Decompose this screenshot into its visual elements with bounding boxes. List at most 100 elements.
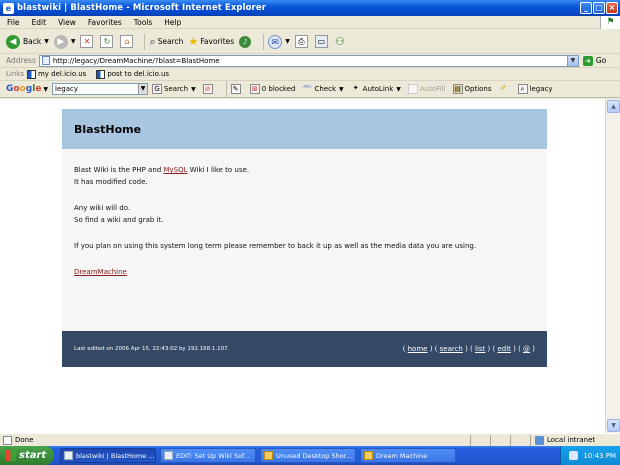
- menu-view[interactable]: View: [51, 18, 81, 27]
- autolink-icon: ✦: [352, 84, 359, 92]
- autofill-button[interactable]: AutoFill: [407, 84, 446, 94]
- go-button[interactable]: ➜ Go: [582, 55, 607, 66]
- ie-task-icon: [164, 451, 173, 460]
- go-label: Go: [595, 56, 607, 65]
- list-link[interactable]: list: [475, 345, 485, 353]
- forward-arrow-icon: ▶: [53, 34, 68, 49]
- at-link[interactable]: @: [523, 345, 530, 353]
- intro-text-post: Wiki I like to use.: [187, 166, 250, 174]
- favorites-button[interactable]: ★ Favorites: [188, 35, 234, 48]
- forward-dropdown-icon: ▼: [70, 38, 76, 45]
- link-post-delicious[interactable]: post to del.icio.us: [96, 69, 170, 79]
- address-dropdown-icon[interactable]: ▼: [566, 55, 578, 66]
- autofill-icon: [407, 84, 418, 94]
- paragraph-backup: If you plan on using this system long te…: [74, 240, 535, 252]
- menu-favorites[interactable]: Favorites: [81, 18, 127, 27]
- print-button[interactable]: ⎙: [294, 35, 310, 48]
- task-blastwiki[interactable]: blastwiki | BlastHome ...: [60, 448, 156, 463]
- status-cell: [470, 434, 490, 446]
- minimize-button[interactable]: _: [580, 2, 592, 14]
- task-edit-wiki[interactable]: EDIT: Set Up Wiki Sof...: [160, 448, 256, 463]
- search-link[interactable]: search: [440, 345, 463, 353]
- status-cell: [490, 434, 510, 446]
- link-label: post to del.icio.us: [107, 70, 170, 78]
- media-button[interactable]: ♪: [239, 35, 254, 48]
- mysql-link[interactable]: MySQL: [163, 166, 187, 174]
- system-tray: 10:43 PM: [560, 446, 620, 465]
- google-search-dropdown-icon: ▼: [191, 85, 196, 93]
- spell-check-button[interactable]: ᴬᵇᶜ Check ▼: [303, 84, 343, 94]
- highlighter-icon: ✐: [500, 84, 507, 92]
- menu-tools[interactable]: Tools: [127, 18, 157, 27]
- forward-button[interactable]: ▶ ▼: [53, 34, 76, 49]
- clock[interactable]: 10:43 PM: [583, 452, 616, 460]
- pagerank-button[interactable]: ⊘: [202, 84, 215, 94]
- home-link[interactable]: home: [408, 345, 428, 353]
- news-button[interactable]: ✎: [230, 84, 243, 94]
- ie-task-icon: [64, 451, 73, 460]
- favorites-label: Favorites: [200, 37, 235, 46]
- scroll-down-icon[interactable]: ▼: [607, 419, 620, 432]
- edit-link[interactable]: edit: [497, 345, 510, 353]
- autolink-button[interactable]: ✦ AutoLink ▼: [351, 84, 401, 94]
- mail-icon: ✉: [268, 34, 283, 49]
- ie-icon: e: [3, 2, 14, 14]
- task-dream-machine[interactable]: Dream Machine: [360, 448, 456, 463]
- task-label: Unused Desktop Shor...: [276, 451, 352, 460]
- task-unused-desktop[interactable]: Unused Desktop Shor...: [260, 448, 356, 463]
- folder-icon: [364, 451, 373, 460]
- edit-page-button[interactable]: ▭: [314, 35, 330, 48]
- autofill-label: AutoFill: [419, 85, 446, 93]
- intro-text-pre: Blast Wiki is the PHP and: [74, 166, 164, 174]
- start-label: start: [19, 450, 47, 461]
- highlight-term-button[interactable]: ⌕ legacy: [517, 84, 553, 94]
- google-search-label: Search: [164, 85, 189, 93]
- star-icon: ★: [188, 35, 199, 48]
- search-button[interactable]: ⌕ Search: [149, 35, 183, 49]
- highlight-button[interactable]: ✐: [499, 84, 511, 94]
- network-icon[interactable]: [569, 451, 579, 460]
- options-button[interactable]: ▤ Options: [452, 84, 492, 94]
- status-text: Done: [15, 436, 34, 444]
- pagerank-icon: ⊘: [202, 84, 213, 94]
- back-button[interactable]: ◀ Back ▼: [6, 34, 49, 49]
- start-button[interactable]: start: [0, 446, 54, 465]
- google-search-input[interactable]: legacy ▼: [52, 83, 149, 95]
- google-query-dropdown-icon[interactable]: ▼: [138, 84, 148, 94]
- print-icon: ⎙: [294, 35, 308, 48]
- autolink-label: AutoLink: [362, 85, 394, 93]
- backup-text: If you plan on using this system long te…: [74, 242, 477, 250]
- paragraph-link: DreamMachine: [74, 266, 535, 278]
- popup-blocker-button[interactable]: ⊠ 0 blocked: [249, 84, 296, 94]
- close-button[interactable]: ×: [606, 2, 618, 14]
- home-button[interactable]: ⌂: [120, 35, 135, 48]
- messenger-button[interactable]: ⚇: [335, 35, 345, 48]
- mail-button[interactable]: ✉ ▼: [268, 34, 290, 49]
- messenger-icon: ⚇: [334, 35, 345, 48]
- spell-check-icon: ᴬᵇᶜ: [303, 84, 312, 92]
- refresh-button[interactable]: ↻: [100, 35, 115, 48]
- refresh-icon: ↻: [100, 35, 114, 48]
- options-label: Options: [464, 85, 492, 93]
- highlight-term-label: legacy: [529, 85, 553, 93]
- blocked-label: 0 blocked: [261, 85, 296, 93]
- google-logo[interactable]: Google: [6, 84, 41, 94]
- link-my-delicious[interactable]: my del.icio.us: [26, 69, 86, 79]
- menu-edit[interactable]: Edit: [25, 18, 52, 27]
- google-dropdown-icon[interactable]: ▼: [43, 86, 48, 93]
- menu-help[interactable]: Help: [157, 18, 186, 27]
- maximize-button[interactable]: □: [593, 2, 605, 14]
- scroll-up-icon[interactable]: ▲: [607, 100, 620, 113]
- window-title-bar[interactable]: e blastwiki | BlastHome - Microsoft Inte…: [0, 0, 620, 16]
- footer-nav: ( home ) ( search ) ( list ) ( edit ) ( …: [402, 345, 535, 353]
- menu-file[interactable]: File: [0, 18, 25, 27]
- search-term-icon: ⌕: [517, 84, 528, 94]
- vertical-scrollbar[interactable]: ▲ ▼: [605, 99, 620, 433]
- any-wiki-text: Any wiki will do.: [74, 204, 131, 212]
- google-search-button[interactable]: G Search ▼: [152, 84, 196, 94]
- find-wiki-text: So find a wiki and grab it.: [74, 216, 164, 224]
- dreammachine-link[interactable]: DreamMachine: [74, 268, 127, 276]
- search-icon: ⌕: [149, 34, 156, 48]
- address-input[interactable]: http://legacy/DreamMachine/?blast=BlastH…: [38, 54, 579, 67]
- stop-button[interactable]: ✕: [80, 35, 95, 48]
